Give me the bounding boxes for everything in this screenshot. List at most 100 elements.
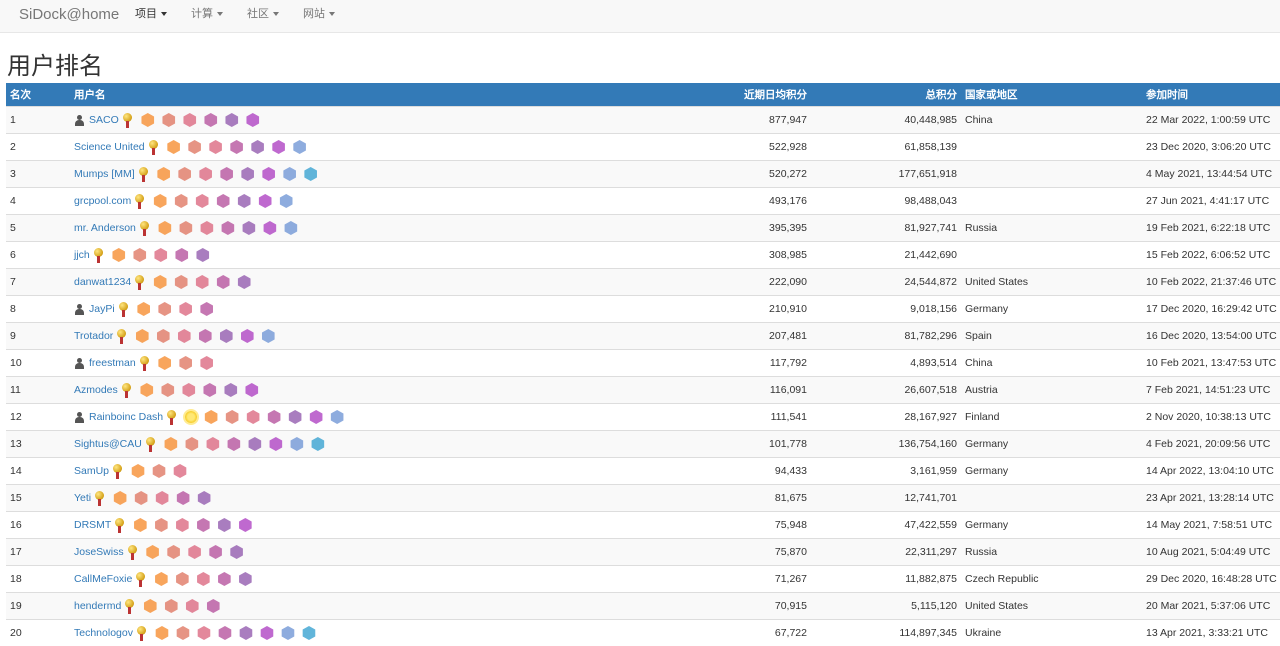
hexagon-badge-icon bbox=[174, 275, 188, 289]
name-cell: Yeti bbox=[70, 484, 611, 512]
hexagon-badge-icon bbox=[206, 437, 220, 451]
medal-icon bbox=[115, 517, 125, 533]
table-row: 5 mr. Anderson 395,395 81,927,741 Russia 19 F… bbox=[6, 214, 1280, 242]
nav-item-community[interactable]: 社区 bbox=[247, 0, 289, 32]
hexagon-badge-icon bbox=[155, 572, 168, 586]
site-brand[interactable]: SiDock@home bbox=[19, 6, 119, 23]
total-credit-cell: 21,442,690 bbox=[811, 241, 961, 269]
user-profile-icon[interactable] bbox=[74, 357, 85, 369]
hexagon-badge-icon bbox=[262, 167, 275, 181]
medal-icon bbox=[138, 166, 148, 182]
total-credit-cell: 177,651,918 bbox=[811, 160, 961, 188]
user-name-link[interactable]: Yeti bbox=[74, 492, 91, 504]
hexagon-badge-icon bbox=[248, 437, 262, 451]
hexagon-badge-icon bbox=[241, 167, 254, 181]
table-row: 2 Science United 522,928 61,858,139 23 Dec 2… bbox=[6, 133, 1280, 161]
user-profile-icon[interactable] bbox=[74, 114, 85, 126]
rank-cell: 11 bbox=[6, 376, 70, 404]
user-name-link[interactable]: danwat1234 bbox=[74, 276, 131, 288]
recent-credit-cell: 522,928 bbox=[611, 133, 811, 161]
user-name-link[interactable]: hendermd bbox=[74, 600, 121, 612]
medal-icon bbox=[95, 490, 105, 506]
hexagon-badge-icon bbox=[198, 329, 212, 343]
column-header-rank[interactable]: 名次 bbox=[6, 83, 70, 107]
user-name-link[interactable]: JayPi bbox=[89, 303, 115, 315]
user-name-link[interactable]: SamUp bbox=[74, 465, 109, 477]
rank-cell: 17 bbox=[6, 538, 70, 566]
column-header-joined[interactable]: 参加时间 bbox=[1142, 83, 1280, 107]
hexagon-badge-icon bbox=[206, 599, 220, 613]
total-credit-cell: 40,448,985 bbox=[811, 106, 961, 134]
hexagon-badge-icon bbox=[230, 140, 243, 154]
column-header-recent-credit[interactable]: 近期日均积分 bbox=[611, 83, 811, 107]
user-cell: DRSMT bbox=[74, 517, 607, 533]
hexagon-badge-icon bbox=[209, 140, 222, 154]
user-name-link[interactable]: Azmodes bbox=[74, 384, 118, 396]
table-row: 6 jjch 308,985 21,442,690 15 Feb 2022, 6:06:… bbox=[6, 241, 1280, 269]
hexagon-badge-icon bbox=[164, 437, 178, 451]
user-name-link[interactable]: mr. Anderson bbox=[74, 222, 136, 234]
user-name-link[interactable]: Mumps [MM] bbox=[74, 168, 135, 180]
user-cell: SamUp bbox=[74, 463, 607, 479]
sun-badge-icon bbox=[185, 411, 198, 423]
hexagon-badge-icon bbox=[155, 626, 169, 640]
user-name-link[interactable]: grcpool.com bbox=[74, 195, 131, 207]
user-name-link[interactable]: freestman bbox=[89, 357, 136, 369]
caret-down-icon bbox=[329, 12, 335, 17]
total-credit-cell: 98,488,043 bbox=[811, 187, 961, 215]
country-cell bbox=[961, 484, 1142, 512]
hexagon-badge-icon bbox=[263, 221, 277, 235]
user-name-link[interactable]: JoseSwiss bbox=[74, 546, 124, 558]
table-body: 1 SACO 877,947 40,448,985 China 22 Mar 2022, … bbox=[6, 106, 1280, 646]
user-name-link[interactable]: Technologov bbox=[74, 627, 133, 639]
total-credit-cell: 4,893,514 bbox=[811, 349, 961, 377]
name-cell: SamUp bbox=[70, 457, 611, 485]
rank-cell: 5 bbox=[6, 214, 70, 242]
user-name-link[interactable]: jjch bbox=[74, 249, 90, 261]
user-name-link[interactable]: Trotador bbox=[74, 330, 113, 342]
joined-cell: 14 Apr 2022, 13:04:10 UTC bbox=[1142, 457, 1280, 485]
nav-menu: 项目 计算 社区 网站 bbox=[135, 0, 359, 32]
hexagon-badge-icon bbox=[197, 518, 210, 532]
hexagon-badge-icon bbox=[246, 410, 260, 424]
user-name-link[interactable]: Sightus@CAU bbox=[74, 438, 142, 450]
user-profile-icon[interactable] bbox=[74, 303, 85, 315]
joined-cell: 16 Dec 2020, 13:54:00 UTC bbox=[1142, 322, 1280, 350]
hexagon-badge-icon bbox=[304, 167, 317, 181]
user-name-link[interactable]: SACO bbox=[89, 114, 119, 126]
user-name-link[interactable]: Rainboinc Dash bbox=[89, 411, 163, 423]
joined-cell: 14 May 2021, 7:58:51 UTC bbox=[1142, 511, 1280, 539]
country-cell: Czech Republic bbox=[961, 565, 1142, 593]
hexagon-badge-icon bbox=[185, 599, 199, 613]
nav-item-site[interactable]: 网站 bbox=[303, 0, 345, 32]
hexagon-badge-icon bbox=[239, 626, 253, 640]
hexagon-badge-icon bbox=[330, 410, 344, 424]
joined-cell: 15 Feb 2022, 6:06:52 UTC bbox=[1142, 241, 1280, 269]
rank-cell: 18 bbox=[6, 565, 70, 593]
total-credit-cell: 61,858,139 bbox=[811, 133, 961, 161]
recent-credit-cell: 75,870 bbox=[611, 538, 811, 566]
user-profile-icon[interactable] bbox=[74, 411, 85, 423]
column-header-country[interactable]: 国家或地区 bbox=[961, 83, 1142, 107]
hexagon-badge-icon bbox=[179, 356, 192, 370]
joined-cell: 13 Apr 2021, 3:33:21 UTC bbox=[1142, 619, 1280, 646]
rank-cell: 14 bbox=[6, 457, 70, 485]
hexagon-badge-icon bbox=[137, 302, 150, 316]
hexagon-badge-icon bbox=[134, 518, 147, 532]
column-header-name[interactable]: 用户名 bbox=[70, 83, 611, 107]
column-header-total-credit[interactable]: 总积分 bbox=[811, 83, 961, 107]
name-cell: Rainboinc Dash bbox=[70, 403, 611, 431]
user-name-link[interactable]: Science United bbox=[74, 141, 145, 153]
hexagon-badge-icon bbox=[216, 194, 230, 208]
user-name-link[interactable]: CallMeFoxie bbox=[74, 573, 132, 585]
nav-item-compute[interactable]: 计算 bbox=[191, 0, 233, 32]
user-name-link[interactable]: DRSMT bbox=[74, 519, 111, 531]
hexagon-badge-icon bbox=[279, 194, 293, 208]
hexagon-badge-icon bbox=[140, 383, 154, 397]
table-row: 19 hendermd 70,915 5,115,120 United States 20… bbox=[6, 592, 1280, 620]
hexagon-badge-icon bbox=[218, 518, 231, 532]
nav-item-project[interactable]: 项目 bbox=[135, 0, 177, 32]
joined-cell: 10 Feb 2022, 21:37:46 UTC bbox=[1142, 268, 1280, 296]
recent-credit-cell: 94,433 bbox=[611, 457, 811, 485]
hexagon-badge-icon bbox=[176, 626, 190, 640]
